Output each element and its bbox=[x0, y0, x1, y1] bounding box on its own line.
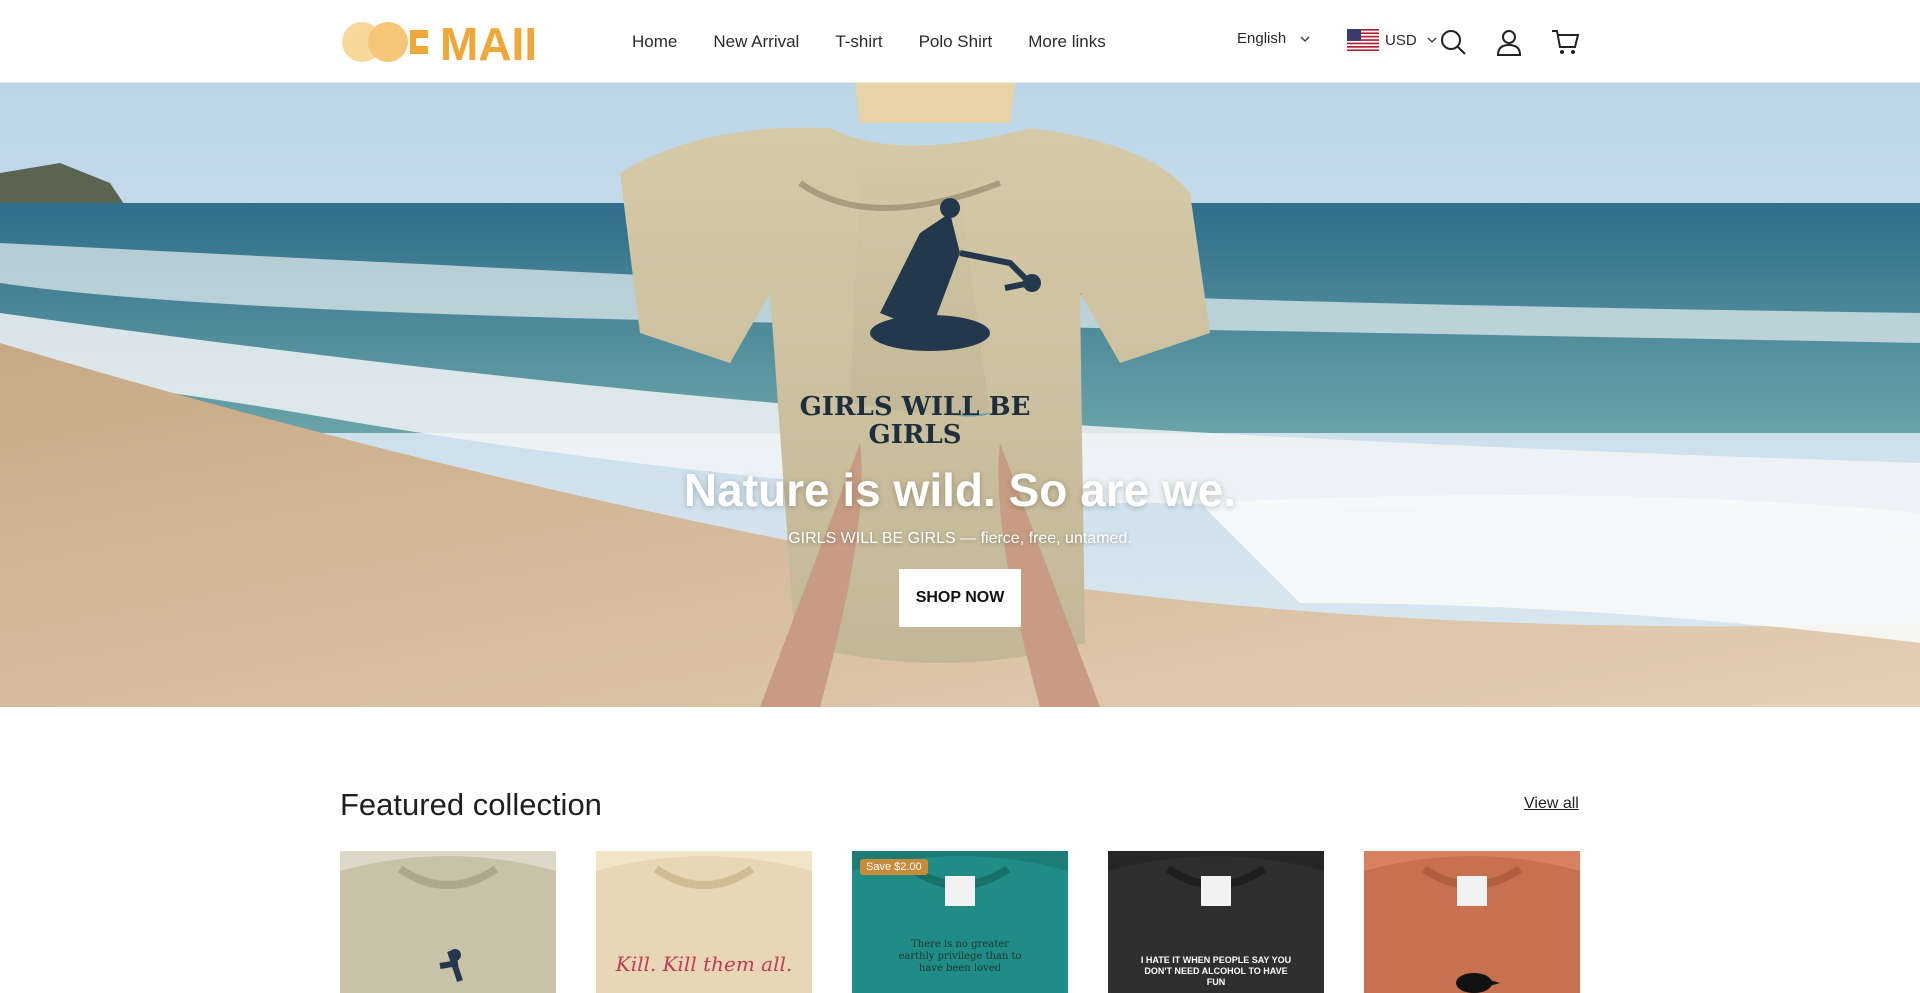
hero-subtitle: GIRLS WILL BE GIRLS — fierce, free, unta… bbox=[788, 530, 1132, 547]
product-card[interactable]: Kill. Kill them all. bbox=[596, 851, 812, 993]
cart-icon[interactable] bbox=[1550, 27, 1580, 57]
site-header: MAII Home New Arrival T-shirt Polo Shirt… bbox=[0, 0, 1920, 83]
nav-new-arrival[interactable]: New Arrival bbox=[713, 32, 799, 52]
view-all-link[interactable]: View all bbox=[1524, 795, 1579, 813]
currency-label: USD bbox=[1385, 31, 1417, 49]
hero-banner: GIRLS WILL BE GIRLS Nature is wild. So a… bbox=[0, 83, 1920, 707]
chevron-down-icon bbox=[1300, 36, 1310, 42]
nav-tshirt[interactable]: T-shirt bbox=[835, 32, 882, 52]
shop-now-button[interactable]: SHOP NOW bbox=[899, 569, 1021, 627]
brand-logo[interactable]: MAII bbox=[340, 18, 576, 70]
product-card[interactable] bbox=[1364, 851, 1580, 993]
discount-badge: Save $2.00 bbox=[860, 859, 928, 875]
product-card[interactable] bbox=[340, 851, 556, 993]
language-selector[interactable]: English bbox=[1237, 30, 1310, 47]
search-icon[interactable] bbox=[1438, 27, 1468, 57]
svg-text:GIRLS WILL BE: GIRLS WILL BE bbox=[800, 392, 1031, 422]
currency-selector[interactable]: USD bbox=[1347, 29, 1437, 51]
account-icon[interactable] bbox=[1494, 27, 1524, 57]
us-flag-icon bbox=[1347, 29, 1379, 51]
nav-home[interactable]: Home bbox=[632, 32, 677, 52]
product-image: Kill. Kill them all. bbox=[596, 851, 812, 993]
product-image bbox=[340, 851, 556, 993]
nav-more-links[interactable]: More links bbox=[1028, 32, 1105, 52]
featured-collection-title: Featured collection bbox=[340, 787, 602, 822]
chevron-down-icon bbox=[1427, 37, 1437, 43]
main-nav: Home New Arrival T-shirt Polo Shirt More… bbox=[632, 0, 1142, 83]
product-image bbox=[1364, 851, 1580, 993]
product-image: I HATE IT WHEN PEOPLE SAY YOU DON'T NEED… bbox=[1108, 851, 1324, 993]
product-card[interactable]: I HATE IT WHEN PEOPLE SAY YOU DON'T NEED… bbox=[1108, 851, 1324, 993]
svg-text:MAII: MAII bbox=[440, 20, 537, 64]
svg-text:GIRLS: GIRLS bbox=[868, 420, 961, 450]
hero-title: Nature is wild. So are we. bbox=[683, 464, 1237, 516]
product-card[interactable]: There is no greater earthly privilege th… bbox=[852, 851, 1068, 993]
nav-polo-shirt[interactable]: Polo Shirt bbox=[919, 32, 993, 52]
svg-text:Kill. Kill them all.: Kill. Kill them all. bbox=[615, 952, 792, 976]
language-label: English bbox=[1237, 30, 1287, 47]
